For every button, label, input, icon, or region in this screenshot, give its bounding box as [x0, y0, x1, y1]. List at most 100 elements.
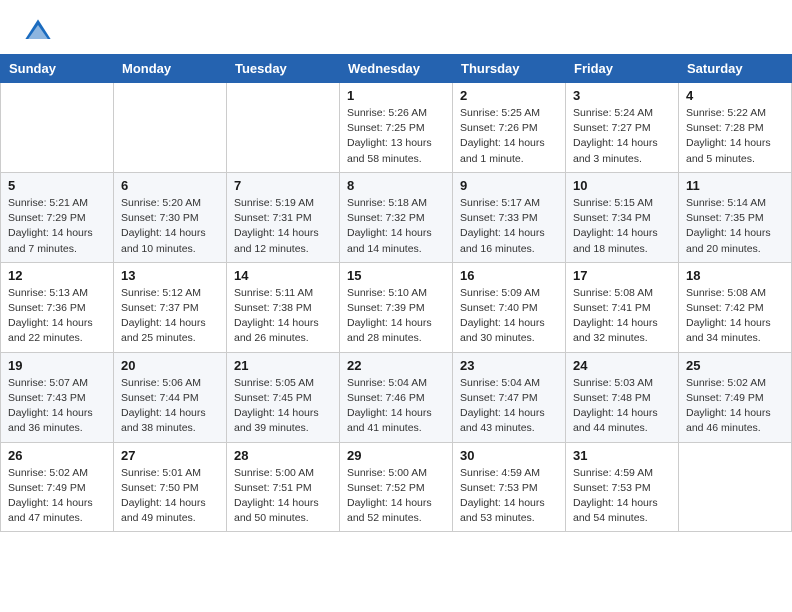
day-number: 7 [234, 178, 332, 193]
day-number: 28 [234, 448, 332, 463]
day-number: 17 [573, 268, 671, 283]
day-number: 19 [8, 358, 106, 373]
day-number: 9 [460, 178, 558, 193]
weekday-header: Tuesday [227, 55, 340, 83]
calendar-cell: 19 Sunrise: 5:07 AMSunset: 7:43 PMDayligh… [1, 352, 114, 442]
logo-icon [24, 18, 52, 46]
calendar-cell: 9 Sunrise: 5:17 AMSunset: 7:33 PMDaylight… [453, 172, 566, 262]
calendar-cell: 31Sunrise: 4:59 AMSunset: 7:53 PMDayligh… [566, 442, 679, 532]
calendar-cell: 16Sunrise: 5:09 AMSunset: 7:40 PMDayligh… [453, 262, 566, 352]
day-info: Sunrise: 5:18 AMSunset: 7:32 PMDaylight:… [347, 196, 445, 257]
day-number: 29 [347, 448, 445, 463]
day-info: Sunrise: 5:24 AMSunset: 7:27 PMDaylight:… [573, 106, 671, 167]
day-number: 5 [8, 178, 106, 193]
weekday-header: Thursday [453, 55, 566, 83]
day-number: 11 [686, 178, 784, 193]
day-number: 18 [686, 268, 784, 283]
calendar-cell: 23 Sunrise: 5:04 AMSunset: 7:47 PMDayligh… [453, 352, 566, 442]
calendar-cell: 13 Sunrise: 5:12 AMSunset: 7:37 PMDayligh… [114, 262, 227, 352]
calendar-cell: 29 Sunrise: 5:00 AMSunset: 7:52 PMDayligh… [340, 442, 453, 532]
day-info: Sunrise: 5:11 AMSunset: 7:38 PMDaylight:… [234, 286, 332, 347]
day-info: Sunrise: 5:08 AMSunset: 7:42 PMDaylight:… [686, 286, 784, 347]
calendar-week-row: 1 Sunrise: 5:26 AMSunset: 7:25 PMDaylight… [1, 83, 792, 173]
calendar-cell: 7 Sunrise: 5:19 AMSunset: 7:31 PMDaylight… [227, 172, 340, 262]
weekday-header: Wednesday [340, 55, 453, 83]
calendar-cell: 20 Sunrise: 5:06 AMSunset: 7:44 PMDayligh… [114, 352, 227, 442]
day-number: 15 [347, 268, 445, 283]
calendar-cell: 8 Sunrise: 5:18 AMSunset: 7:32 PMDaylight… [340, 172, 453, 262]
day-number: 24 [573, 358, 671, 373]
calendar-cell: 6Sunrise: 5:20 AMSunset: 7:30 PMDaylight… [114, 172, 227, 262]
day-info: Sunrise: 5:04 AMSunset: 7:47 PMDaylight:… [460, 376, 558, 437]
logo [24, 18, 56, 46]
calendar-cell: 5 Sunrise: 5:21 AMSunset: 7:29 PMDaylight… [1, 172, 114, 262]
calendar-week-row: 5 Sunrise: 5:21 AMSunset: 7:29 PMDaylight… [1, 172, 792, 262]
day-info: Sunrise: 5:03 AMSunset: 7:48 PMDaylight:… [573, 376, 671, 437]
day-info: Sunrise: 5:06 AMSunset: 7:44 PMDaylight:… [121, 376, 219, 437]
calendar-cell: 18 Sunrise: 5:08 AMSunset: 7:42 PMDayligh… [679, 262, 792, 352]
day-info: Sunrise: 5:17 AMSunset: 7:33 PMDaylight:… [460, 196, 558, 257]
calendar-cell: 3 Sunrise: 5:24 AMSunset: 7:27 PMDaylight… [566, 83, 679, 173]
day-info: Sunrise: 5:00 AMSunset: 7:51 PMDaylight:… [234, 466, 332, 527]
weekday-header: Saturday [679, 55, 792, 83]
day-number: 30 [460, 448, 558, 463]
weekday-header: Monday [114, 55, 227, 83]
day-info: Sunrise: 5:22 AMSunset: 7:28 PMDaylight:… [686, 106, 784, 167]
day-info: Sunrise: 5:02 AMSunset: 7:49 PMDaylight:… [686, 376, 784, 437]
calendar-header-row: SundayMondayTuesdayWednesdayThursdayFrid… [1, 55, 792, 83]
day-number: 25 [686, 358, 784, 373]
page-header [0, 0, 792, 54]
calendar-cell: 26 Sunrise: 5:02 AMSunset: 7:49 PMDayligh… [1, 442, 114, 532]
calendar-week-row: 26 Sunrise: 5:02 AMSunset: 7:49 PMDayligh… [1, 442, 792, 532]
calendar-week-row: 12 Sunrise: 5:13 AMSunset: 7:36 PMDayligh… [1, 262, 792, 352]
day-number: 12 [8, 268, 106, 283]
day-info: Sunrise: 5:19 AMSunset: 7:31 PMDaylight:… [234, 196, 332, 257]
day-number: 3 [573, 88, 671, 103]
day-info: Sunrise: 5:05 AMSunset: 7:45 PMDaylight:… [234, 376, 332, 437]
day-number: 26 [8, 448, 106, 463]
day-number: 2 [460, 88, 558, 103]
day-info: Sunrise: 5:20 AMSunset: 7:30 PMDaylight:… [121, 196, 219, 257]
day-info: Sunrise: 5:25 AMSunset: 7:26 PMDaylight:… [460, 106, 558, 167]
calendar-cell: 10Sunrise: 5:15 AMSunset: 7:34 PMDayligh… [566, 172, 679, 262]
calendar-cell: 17Sunrise: 5:08 AMSunset: 7:41 PMDayligh… [566, 262, 679, 352]
day-number: 21 [234, 358, 332, 373]
weekday-header: Friday [566, 55, 679, 83]
calendar-week-row: 19 Sunrise: 5:07 AMSunset: 7:43 PMDayligh… [1, 352, 792, 442]
weekday-header: Sunday [1, 55, 114, 83]
day-info: Sunrise: 4:59 AMSunset: 7:53 PMDaylight:… [460, 466, 558, 527]
day-info: Sunrise: 5:02 AMSunset: 7:49 PMDaylight:… [8, 466, 106, 527]
calendar-cell [1, 83, 114, 173]
day-info: Sunrise: 4:59 AMSunset: 7:53 PMDaylight:… [573, 466, 671, 527]
calendar-cell [227, 83, 340, 173]
day-info: Sunrise: 5:26 AMSunset: 7:25 PMDaylight:… [347, 106, 445, 167]
calendar-cell: 1 Sunrise: 5:26 AMSunset: 7:25 PMDaylight… [340, 83, 453, 173]
calendar-cell: 21 Sunrise: 5:05 AMSunset: 7:45 PMDayligh… [227, 352, 340, 442]
calendar-cell: 28 Sunrise: 5:00 AMSunset: 7:51 PMDayligh… [227, 442, 340, 532]
day-info: Sunrise: 5:14 AMSunset: 7:35 PMDaylight:… [686, 196, 784, 257]
day-info: Sunrise: 5:09 AMSunset: 7:40 PMDaylight:… [460, 286, 558, 347]
calendar-cell: 4 Sunrise: 5:22 AMSunset: 7:28 PMDaylight… [679, 83, 792, 173]
calendar-cell: 12 Sunrise: 5:13 AMSunset: 7:36 PMDayligh… [1, 262, 114, 352]
day-info: Sunrise: 5:15 AMSunset: 7:34 PMDaylight:… [573, 196, 671, 257]
day-number: 23 [460, 358, 558, 373]
day-info: Sunrise: 5:12 AMSunset: 7:37 PMDaylight:… [121, 286, 219, 347]
day-info: Sunrise: 5:13 AMSunset: 7:36 PMDaylight:… [8, 286, 106, 347]
calendar-cell: 25 Sunrise: 5:02 AMSunset: 7:49 PMDayligh… [679, 352, 792, 442]
day-info: Sunrise: 5:07 AMSunset: 7:43 PMDaylight:… [8, 376, 106, 437]
day-info: Sunrise: 5:04 AMSunset: 7:46 PMDaylight:… [347, 376, 445, 437]
calendar-cell: 2 Sunrise: 5:25 AMSunset: 7:26 PMDaylight… [453, 83, 566, 173]
day-number: 20 [121, 358, 219, 373]
day-info: Sunrise: 5:00 AMSunset: 7:52 PMDaylight:… [347, 466, 445, 527]
day-number: 13 [121, 268, 219, 283]
day-info: Sunrise: 5:10 AMSunset: 7:39 PMDaylight:… [347, 286, 445, 347]
day-info: Sunrise: 5:21 AMSunset: 7:29 PMDaylight:… [8, 196, 106, 257]
calendar-cell: 30 Sunrise: 4:59 AMSunset: 7:53 PMDayligh… [453, 442, 566, 532]
calendar-table: SundayMondayTuesdayWednesdayThursdayFrid… [0, 54, 792, 532]
day-number: 1 [347, 88, 445, 103]
calendar-cell: 14 Sunrise: 5:11 AMSunset: 7:38 PMDayligh… [227, 262, 340, 352]
day-number: 8 [347, 178, 445, 193]
day-number: 4 [686, 88, 784, 103]
day-number: 14 [234, 268, 332, 283]
day-number: 22 [347, 358, 445, 373]
